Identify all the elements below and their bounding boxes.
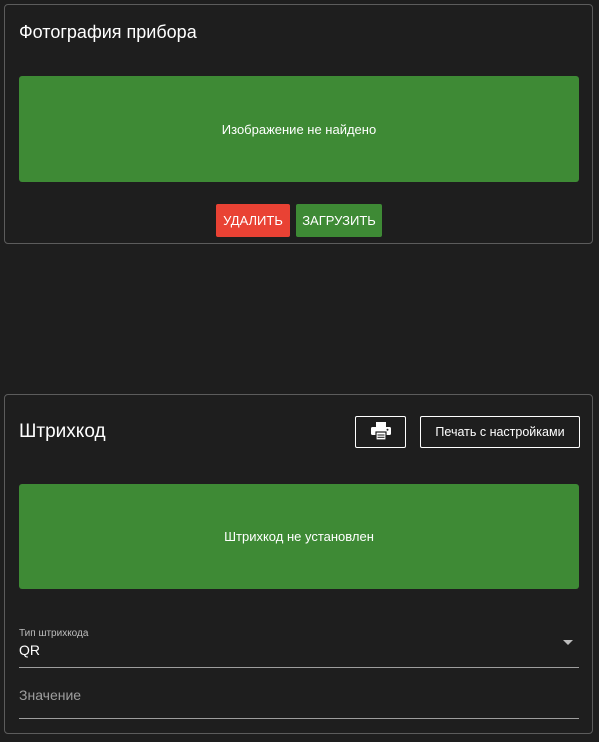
photo-placeholder-text: Изображение не найдено — [221, 121, 377, 137]
barcode-section-title: Штрихкод — [19, 421, 106, 442]
barcode-card: Штрихкод Печать с настройками Штрихкод н… — [4, 394, 593, 734]
device-photo-card: Фотография прибора Изображение не найден… — [4, 4, 593, 244]
print-with-settings-button[interactable]: Печать с настройками — [420, 416, 580, 448]
delete-photo-button[interactable]: УДАЛИТЬ — [216, 204, 290, 237]
photo-placeholder: Изображение не найдено — [19, 76, 579, 182]
barcode-type-value: QR — [19, 642, 40, 658]
barcode-type-label: Тип штрихкода — [19, 628, 89, 639]
barcode-placeholder-text: Штрихкод не установлен — [224, 529, 374, 544]
dropdown-arrow-icon[interactable] — [563, 640, 573, 645]
barcode-placeholder: Штрихкод не установлен — [19, 484, 579, 589]
printer-icon — [370, 421, 391, 443]
barcode-value-field — [19, 675, 579, 719]
barcode-value-input[interactable] — [19, 683, 579, 707]
barcode-type-select[interactable]: Тип штрихкода QR — [19, 623, 579, 668]
print-button[interactable] — [355, 416, 406, 448]
upload-photo-button[interactable]: ЗАГРУЗИТЬ — [296, 204, 382, 237]
photo-section-title: Фотография прибора — [19, 22, 197, 42]
